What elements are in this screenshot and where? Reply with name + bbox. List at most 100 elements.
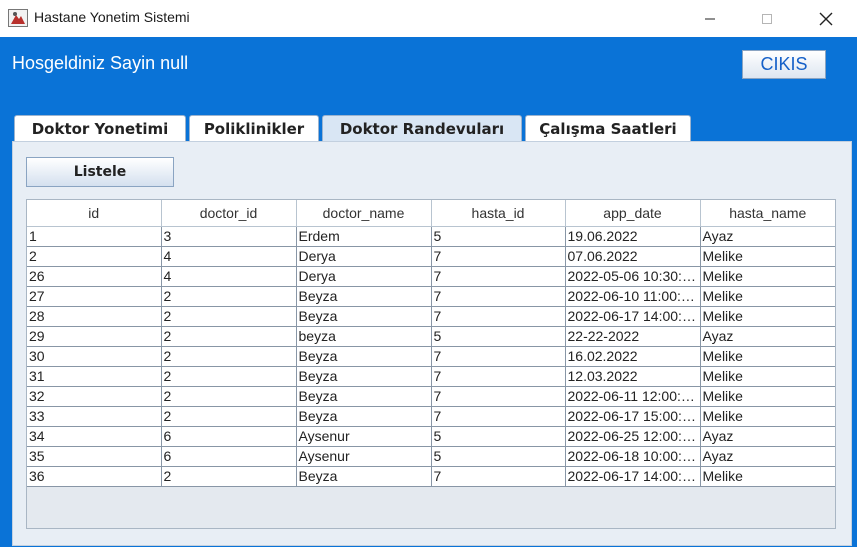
table-row[interactable]: 27 2 Beyza 7 2022-06-10 11:00:0... Melike [27,286,835,307]
table-row[interactable]: 2 4 Derya 7 07.06.2022 Melike [27,246,835,267]
table-row[interactable]: 29 2 beyza 5 22-22-2022 Ayaz [27,326,835,347]
table-cell[interactable]: 7 [431,306,566,327]
table-cell[interactable]: Melike [700,466,835,487]
close-button[interactable] [796,0,856,37]
table-cell[interactable]: 28 [27,306,162,327]
table-cell[interactable]: 2022-06-17 14:00:0... [565,466,701,487]
table-cell[interactable]: 6 [161,446,297,467]
table-cell[interactable]: 5 [431,326,566,347]
table-cell[interactable]: 2 [161,406,297,427]
table-cell[interactable]: 33 [27,406,162,427]
table-cell[interactable]: Melike [700,286,835,307]
tab-calisma-saatleri[interactable]: Çalışma Saatleri [525,115,691,141]
table-cell[interactable]: 2 [161,466,297,487]
table-cell[interactable]: 2022-06-11 12:00:0... [565,386,701,407]
table-cell[interactable]: 35 [27,446,162,467]
table-cell[interactable]: Derya [296,266,432,287]
table-cell[interactable]: 36 [27,466,162,487]
table-cell[interactable]: 31 [27,366,162,387]
table-cell[interactable]: Erdem [296,226,432,247]
appointments-table-area[interactable]: id doctor_id doctor_name hasta_id app_da… [26,199,836,529]
table-cell[interactable]: Ayaz [700,426,835,447]
table-cell[interactable]: 30 [27,346,162,367]
tab-poliklinikler[interactable]: Poliklinikler [189,115,319,141]
tab-doktor-randevulari[interactable]: Doktor Randevuları [322,115,522,141]
minimize-button[interactable] [680,0,740,37]
table-cell[interactable]: Ayaz [700,446,835,467]
table-cell[interactable]: 7 [431,286,566,307]
table-cell[interactable]: beyza [296,326,432,347]
table-cell[interactable]: 2 [161,346,297,367]
exit-button[interactable]: CIKIS [742,50,826,79]
table-cell[interactable]: 5 [431,426,566,447]
table-cell[interactable]: 7 [431,406,566,427]
table-cell[interactable]: 27 [27,286,162,307]
table-cell[interactable]: 2 [161,306,297,327]
table-cell[interactable]: 1 [27,226,162,247]
table-cell[interactable]: 2 [161,386,297,407]
column-header-app-date[interactable]: app_date [565,200,701,227]
table-cell[interactable]: Melike [700,406,835,427]
table-row[interactable]: 33 2 Beyza 7 2022-06-17 15:00:0... Melike [27,406,835,427]
table-row[interactable]: 30 2 Beyza 7 16.02.2022 Melike [27,346,835,367]
table-cell[interactable]: Melike [700,306,835,327]
table-cell[interactable]: 2022-06-25 12:00:0... [565,426,701,447]
list-button[interactable]: Listele [26,157,174,187]
table-cell[interactable]: Beyza [296,346,432,367]
table-cell[interactable]: 7 [431,466,566,487]
table-cell[interactable]: Aysenur [296,426,432,447]
column-header-doctor-id[interactable]: doctor_id [161,200,297,227]
table-cell[interactable]: 29 [27,326,162,347]
table-cell[interactable]: 2 [161,366,297,387]
table-cell[interactable]: 4 [161,266,297,287]
table-cell[interactable]: Melike [700,386,835,407]
table-cell[interactable]: 7 [431,366,566,387]
tab-doktor-yonetimi[interactable]: Doktor Yonetimi [14,115,186,141]
table-cell[interactable]: 2022-06-17 15:00:0... [565,406,701,427]
table-cell[interactable]: Ayaz [700,326,835,347]
table-cell[interactable]: Aysenur [296,446,432,467]
column-header-id[interactable]: id [27,200,162,227]
table-cell[interactable]: 7 [431,386,566,407]
table-cell[interactable]: Melike [700,346,835,367]
table-cell[interactable]: Beyza [296,406,432,427]
table-row[interactable]: 28 2 Beyza 7 2022-06-17 14:00:0... Melike [27,306,835,327]
table-cell[interactable]: 5 [431,226,566,247]
table-cell[interactable]: 2022-06-18 10:00:0... [565,446,701,467]
table-cell[interactable]: 2 [161,286,297,307]
table-cell[interactable]: Beyza [296,366,432,387]
table-cell[interactable]: Melike [700,366,835,387]
table-cell[interactable]: Ayaz [700,226,835,247]
table-cell[interactable]: 2 [27,246,162,267]
table-cell[interactable]: 3 [161,226,297,247]
table-cell[interactable]: 16.02.2022 [565,346,701,367]
table-cell[interactable]: 2022-06-10 11:00:0... [565,286,701,307]
table-cell[interactable]: 5 [431,446,566,467]
table-cell[interactable]: 4 [161,246,297,267]
table-cell[interactable]: 07.06.2022 [565,246,701,267]
table-cell[interactable]: 6 [161,426,297,447]
table-row[interactable]: 31 2 Beyza 7 12.03.2022 Melike [27,366,835,387]
table-cell[interactable]: 2022-06-17 14:00:0... [565,306,701,327]
table-cell[interactable]: 7 [431,266,566,287]
table-cell[interactable]: 32 [27,386,162,407]
column-header-hasta-id[interactable]: hasta_id [431,200,566,227]
table-cell[interactable]: 2 [161,326,297,347]
table-row[interactable]: 35 6 Aysenur 5 2022-06-18 10:00:0... Ayaz [27,446,835,467]
table-cell[interactable]: Beyza [296,306,432,327]
table-cell[interactable]: 7 [431,246,566,267]
table-cell[interactable]: 22-22-2022 [565,326,701,347]
table-cell[interactable]: 34 [27,426,162,447]
table-cell[interactable]: Melike [700,266,835,287]
table-row[interactable]: 32 2 Beyza 7 2022-06-11 12:00:0... Melike [27,386,835,407]
column-header-hasta-name[interactable]: hasta_name [700,200,835,227]
table-cell[interactable]: Melike [700,246,835,267]
table-row[interactable]: 34 6 Aysenur 5 2022-06-25 12:00:0... Ayaz [27,426,835,447]
table-cell[interactable]: Beyza [296,386,432,407]
table-cell[interactable]: Beyza [296,286,432,307]
table-cell[interactable]: 26 [27,266,162,287]
maximize-button[interactable] [737,0,797,37]
table-row[interactable]: 26 4 Derya 7 2022-05-06 10:30:0... Melike [27,266,835,287]
table-cell[interactable]: 19.06.2022 [565,226,701,247]
table-cell[interactable]: 7 [431,346,566,367]
